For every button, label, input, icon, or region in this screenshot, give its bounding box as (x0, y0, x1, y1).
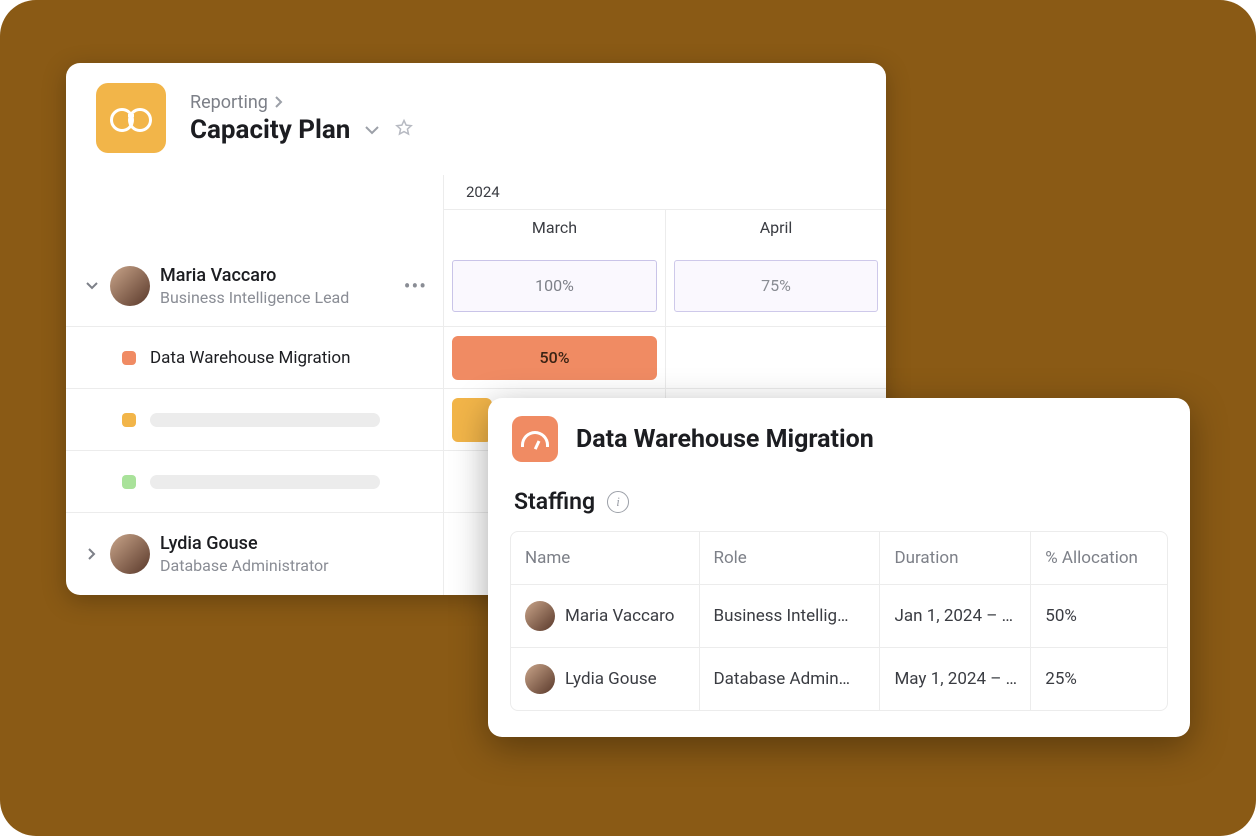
staffing-table: Name Role Duration % Allocation Maria Va… (510, 531, 1168, 711)
cell-role: Database Admin… (700, 648, 881, 710)
section-header: Staffing i (514, 488, 1168, 515)
cell-role: Business Intellig… (700, 585, 881, 647)
expand-toggle[interactable] (84, 282, 100, 290)
task-color-dot (122, 351, 136, 365)
expand-toggle[interactable] (84, 548, 100, 560)
person-row-left[interactable]: Lydia Gouse Database Administrator (66, 513, 444, 595)
avatar (110, 534, 150, 574)
table-row[interactable]: Lydia Gouse Database Admin… May 1, 2024 … (511, 648, 1167, 710)
person-role: Business Intelligence Lead (160, 288, 349, 307)
gauge-icon (521, 431, 549, 447)
cell-duration: May 1, 2024 – … (880, 648, 1031, 710)
person-role: Database Administrator (160, 556, 329, 575)
person-name-block: Lydia Gouse Database Administrator (160, 533, 329, 575)
person-row[interactable]: Maria Vaccaro Business Intelligence Lead… (66, 245, 886, 327)
timeline-header: 2024 March April (66, 175, 886, 245)
person-name-block: Maria Vaccaro Business Intelligence Lead (160, 265, 349, 307)
col-duration: Duration (880, 532, 1031, 584)
row-more-button[interactable]: ••• (404, 274, 431, 298)
title-row: Capacity Plan (190, 115, 414, 145)
timeline-month[interactable]: April (666, 210, 886, 245)
cell-name: Maria Vaccaro (511, 585, 700, 647)
task-label-skeleton (150, 413, 380, 427)
allocation-chip[interactable]: 100% (452, 260, 657, 312)
col-role: Role (700, 532, 881, 584)
avatar (525, 601, 555, 631)
canvas-background: Reporting Capacity Plan (0, 0, 1256, 836)
task-bar-cell[interactable]: 50% (444, 327, 666, 388)
col-allocation: % Allocation (1031, 532, 1167, 584)
avatar (110, 266, 150, 306)
task-color-dot (122, 475, 136, 489)
task-color-dot (122, 413, 136, 427)
title-dropdown-button[interactable] (364, 120, 380, 139)
info-icon[interactable]: i (607, 491, 629, 513)
title-block: Reporting Capacity Plan (190, 92, 414, 145)
cell-name-text: Lydia Gouse (565, 669, 657, 689)
task-row-left[interactable] (66, 451, 444, 512)
favorite-star-button[interactable] (394, 118, 414, 142)
table-header-row: Name Role Duration % Allocation (511, 532, 1167, 585)
detail-header: Data Warehouse Migration (510, 416, 1168, 462)
task-row[interactable]: Data Warehouse Migration 50% (66, 327, 886, 389)
allocation-cell[interactable]: 75% (666, 245, 886, 326)
glasses-icon (110, 108, 152, 128)
timeline-month[interactable]: March (444, 210, 666, 245)
section-title: Staffing (514, 488, 595, 515)
cell-allocation: 25% (1031, 648, 1167, 710)
detail-badge (512, 416, 558, 462)
task-bar[interactable] (452, 398, 492, 442)
task-row-left[interactable]: Data Warehouse Migration (66, 327, 444, 388)
cell-name: Lydia Gouse (511, 648, 700, 710)
table-row[interactable]: Maria Vaccaro Business Intellig… Jan 1, … (511, 585, 1167, 648)
detail-title: Data Warehouse Migration (576, 425, 874, 454)
cell-name-text: Maria Vaccaro (565, 606, 674, 626)
allocation-chip[interactable]: 75% (674, 260, 878, 312)
timeline-year: 2024 (444, 175, 886, 210)
person-name: Maria Vaccaro (160, 265, 349, 286)
chevron-right-icon (274, 93, 284, 112)
breadcrumb[interactable]: Reporting (190, 92, 414, 113)
breadcrumb-parent[interactable]: Reporting (190, 92, 268, 113)
page-title: Capacity Plan (190, 115, 350, 145)
cell-allocation: 50% (1031, 585, 1167, 647)
brand-badge (96, 83, 166, 153)
task-row-left[interactable] (66, 389, 444, 450)
col-name: Name (511, 532, 700, 584)
task-label: Data Warehouse Migration (150, 348, 351, 368)
avatar (525, 664, 555, 694)
task-bar-cell (666, 327, 886, 388)
person-row-left[interactable]: Maria Vaccaro Business Intelligence Lead… (66, 245, 444, 326)
task-bar[interactable]: 50% (452, 336, 657, 380)
timeline-header-spacer (66, 175, 444, 245)
card-header: Reporting Capacity Plan (66, 63, 886, 175)
task-detail-popover: Data Warehouse Migration Staffing i Name… (488, 398, 1190, 737)
task-label-skeleton (150, 475, 380, 489)
person-name: Lydia Gouse (160, 533, 329, 554)
allocation-cell[interactable]: 100% (444, 245, 666, 326)
cell-duration: Jan 1, 2024 – … (880, 585, 1031, 647)
